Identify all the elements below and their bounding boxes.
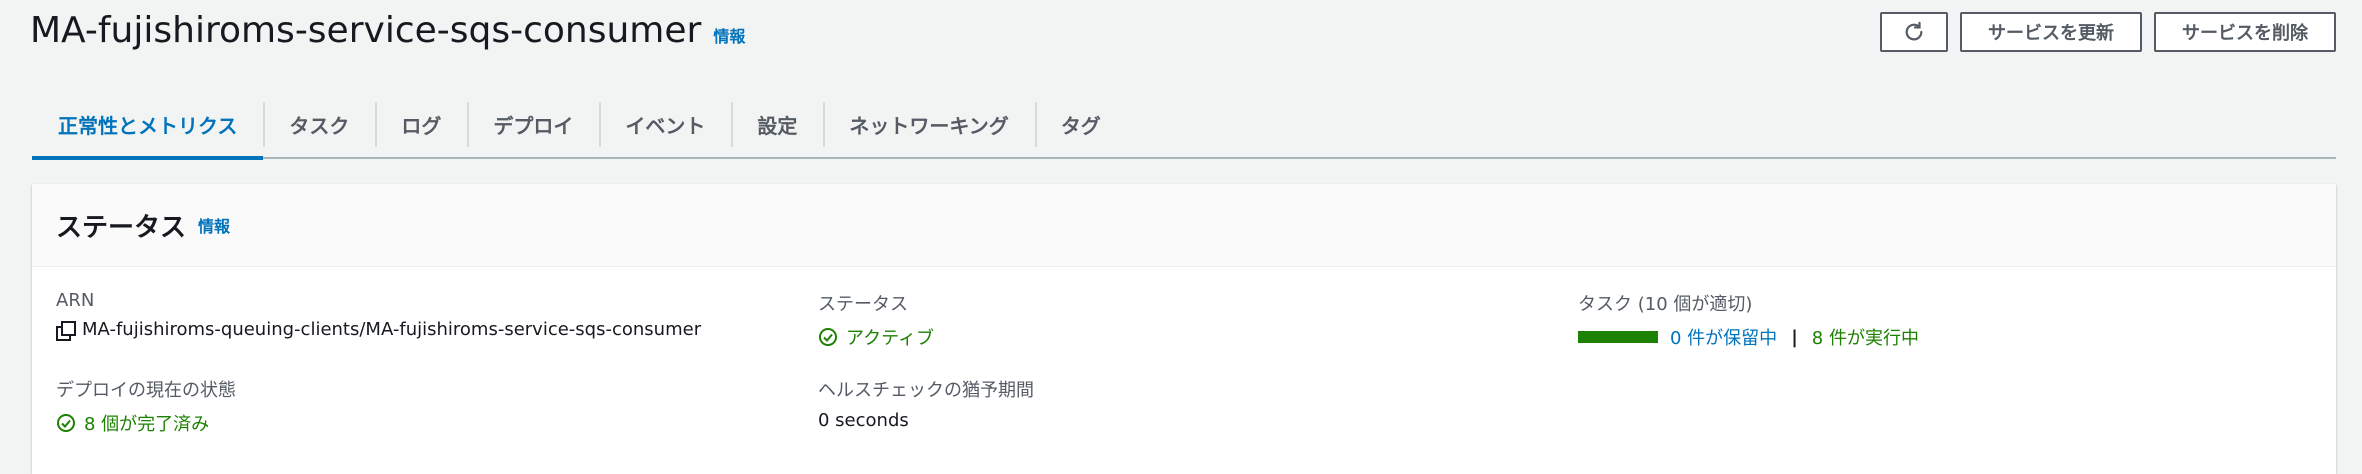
page-header: MA-fujishiroms-service-sqs-consumer 情報 — [30, 10, 745, 51]
service-status-value-row: アクティブ — [818, 324, 934, 350]
delete-service-button[interactable]: サービスを削除 — [2154, 12, 2336, 52]
status-panel-header: ステータス 情報 — [32, 184, 2336, 267]
tab-events[interactable]: イベント — [599, 92, 731, 157]
check-circle-icon — [819, 328, 837, 346]
tasks-label: タスク (10 個が適切) — [1578, 294, 1753, 315]
tab-bar: 正常性とメトリクス タスク ログ デプロイ イベント 設定 ネットワーキング タ… — [32, 92, 2336, 160]
tasks-field: タスク (10 個が適切) 0 件が保留中 | 8 件が実行中 — [1578, 290, 1919, 350]
deployment-state-value: 8 個が完了済み — [84, 414, 210, 435]
tasks-progress-bar — [1578, 331, 1658, 343]
tab-tasks[interactable]: タスク — [263, 92, 375, 157]
service-status-field: ステータス アクティブ — [818, 290, 934, 350]
tasks-running-link[interactable]: 8 件が実行中 — [1812, 324, 1919, 350]
refresh-icon — [1905, 21, 1923, 41]
tab-configuration[interactable]: 設定 — [731, 92, 823, 157]
copy-icon[interactable] — [56, 320, 76, 341]
arn-value-row: MA-fujishiroms-queuing-clients/MA-fujish… — [56, 319, 702, 341]
arn-field: ARN MA-fujishiroms-queuing-clients/MA-fu… — [56, 290, 702, 341]
status-panel: ステータス 情報 ARN MA-fujishiroms-queuing-clie… — [32, 184, 2336, 474]
health-check-field: ヘルスチェックの猶予期間 0 seconds — [818, 376, 1034, 431]
page-title: MA-fujishiroms-service-sqs-consumer — [30, 10, 702, 51]
service-status-label: ステータス — [818, 294, 908, 315]
tab-networking[interactable]: ネットワーキング — [823, 92, 1034, 157]
tab-logs[interactable]: ログ — [375, 92, 467, 157]
status-info-link[interactable]: 情報 — [198, 213, 230, 237]
tasks-separator: | — [1791, 326, 1798, 348]
arn-label: ARN — [56, 290, 95, 311]
tab-tags[interactable]: タグ — [1034, 92, 1127, 157]
arn-value: MA-fujishiroms-queuing-clients/MA-fujish… — [82, 319, 702, 340]
deployment-state-label: デプロイの現在の状態 — [56, 380, 236, 401]
status-panel-title: ステータス — [56, 212, 187, 243]
health-check-label: ヘルスチェックの猶予期間 — [818, 380, 1034, 401]
refresh-button[interactable] — [1880, 12, 1948, 52]
info-link[interactable]: 情報 — [713, 23, 745, 47]
tab-health-metrics[interactable]: 正常性とメトリクス — [32, 92, 264, 160]
check-circle-icon — [57, 414, 75, 432]
deployment-state-field: デプロイの現在の状態 8 個が完了済み — [56, 376, 236, 436]
deployment-state-value-row: 8 個が完了済み — [56, 410, 236, 436]
update-service-button[interactable]: サービスを更新 — [1960, 12, 2142, 52]
tab-deployments[interactable]: デプロイ — [467, 92, 599, 157]
tasks-value-row: 0 件が保留中 | 8 件が実行中 — [1578, 324, 1919, 350]
header-actions: サービスを更新 サービスを削除 — [1880, 12, 2336, 52]
service-status-value: アクティブ — [846, 328, 935, 349]
tasks-pending-link[interactable]: 0 件が保留中 — [1670, 324, 1777, 350]
health-check-value: 0 seconds — [818, 410, 909, 431]
